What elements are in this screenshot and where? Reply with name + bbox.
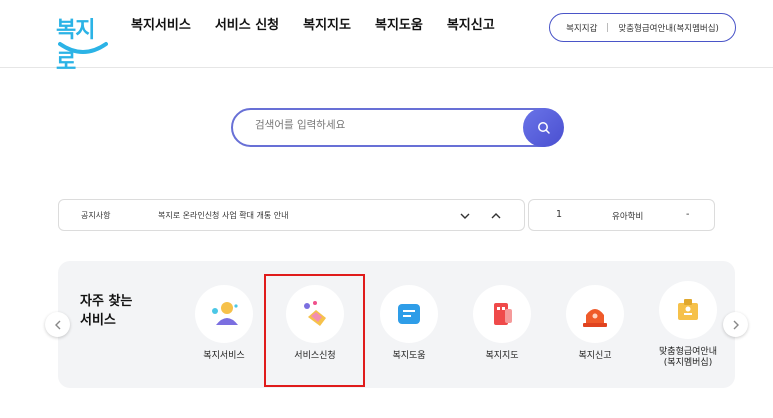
chevron-right-icon — [733, 320, 739, 329]
rank-change: - — [686, 209, 690, 220]
search-icon — [537, 121, 550, 134]
service-item-welfare[interactable]: 복지서비스 — [188, 285, 260, 362]
service-circle — [659, 281, 717, 339]
util-divider — [607, 23, 609, 32]
util-membership-link[interactable]: 맞춤형급여안내(복지멤버십) — [618, 22, 718, 34]
membership-icon — [678, 299, 698, 320]
search-bar — [231, 108, 564, 147]
main-nav: 복지서비스 서비스 신청 복지지도 복지도움 복지신고 — [131, 16, 519, 36]
nav-welfare-help[interactable]: 복지도움 — [375, 16, 423, 36]
service-item-membership[interactable]: 맞춤형급여안내 (복지멤버십) — [652, 281, 724, 369]
service-circle — [380, 285, 438, 343]
selection-highlight — [264, 274, 365, 387]
nav-service-apply[interactable]: 서비스 신청 — [215, 16, 279, 36]
frequent-services-title: 자주 찾는 서비스 — [80, 294, 133, 328]
util-wallet-link[interactable]: 복지지갑 — [566, 22, 597, 34]
logo-swoosh-icon — [58, 42, 108, 54]
notice-link[interactable]: 복지로 온라인신청 사업 확대 개통 안내 — [158, 210, 288, 221]
service-circle — [566, 285, 624, 343]
nav-welfare-service[interactable]: 복지서비스 — [131, 16, 191, 36]
siren-icon — [583, 309, 607, 327]
service-circle — [473, 285, 531, 343]
service-circle — [195, 285, 253, 343]
nav-welfare-report[interactable]: 복지신고 — [447, 16, 495, 36]
service-label: 복지지도 — [485, 351, 519, 361]
rank-number: 1 — [556, 209, 563, 220]
chevron-left-icon — [54, 320, 60, 329]
search-button[interactable] — [523, 108, 564, 147]
notice-category: 공지사항 — [81, 211, 111, 220]
service-label: 맞춤형급여안내 (복지멤버십) — [659, 347, 717, 368]
map-icon — [494, 303, 512, 325]
service-label: 복지서비스 — [203, 351, 245, 361]
service-item-report[interactable]: 복지신고 — [559, 285, 631, 362]
document-icon — [398, 304, 420, 324]
search-input[interactable] — [255, 119, 505, 131]
nav-welfare-map[interactable]: 복지지도 — [303, 16, 351, 36]
people-icon — [212, 302, 238, 325]
header: 복지로 복지서비스 서비스 신청 복지지도 복지도움 복지신고 복지지갑 맞춤형… — [0, 0, 773, 75]
logo[interactable]: 복지로 — [56, 8, 108, 75]
chevron-up-icon[interactable] — [490, 210, 502, 222]
chevron-down-icon[interactable] — [459, 210, 471, 222]
rank-name: 유아학비 — [612, 212, 644, 222]
popular-ranking[interactable]: 1 유아학비 - — [528, 199, 715, 231]
service-item-map[interactable]: 복지지도 — [466, 285, 538, 362]
notice-bar: 공지사항 복지로 온라인신청 사업 확대 개통 안내 — [58, 199, 525, 231]
next-button[interactable] — [723, 312, 748, 337]
util-menu: 복지지갑 맞춤형급여안내(복지멤버십) — [549, 13, 736, 42]
service-label: 복지도움 — [392, 351, 426, 361]
service-label: 복지신고 — [578, 351, 612, 361]
prev-button[interactable] — [45, 312, 70, 337]
service-item-help[interactable]: 복지도움 — [373, 285, 445, 362]
